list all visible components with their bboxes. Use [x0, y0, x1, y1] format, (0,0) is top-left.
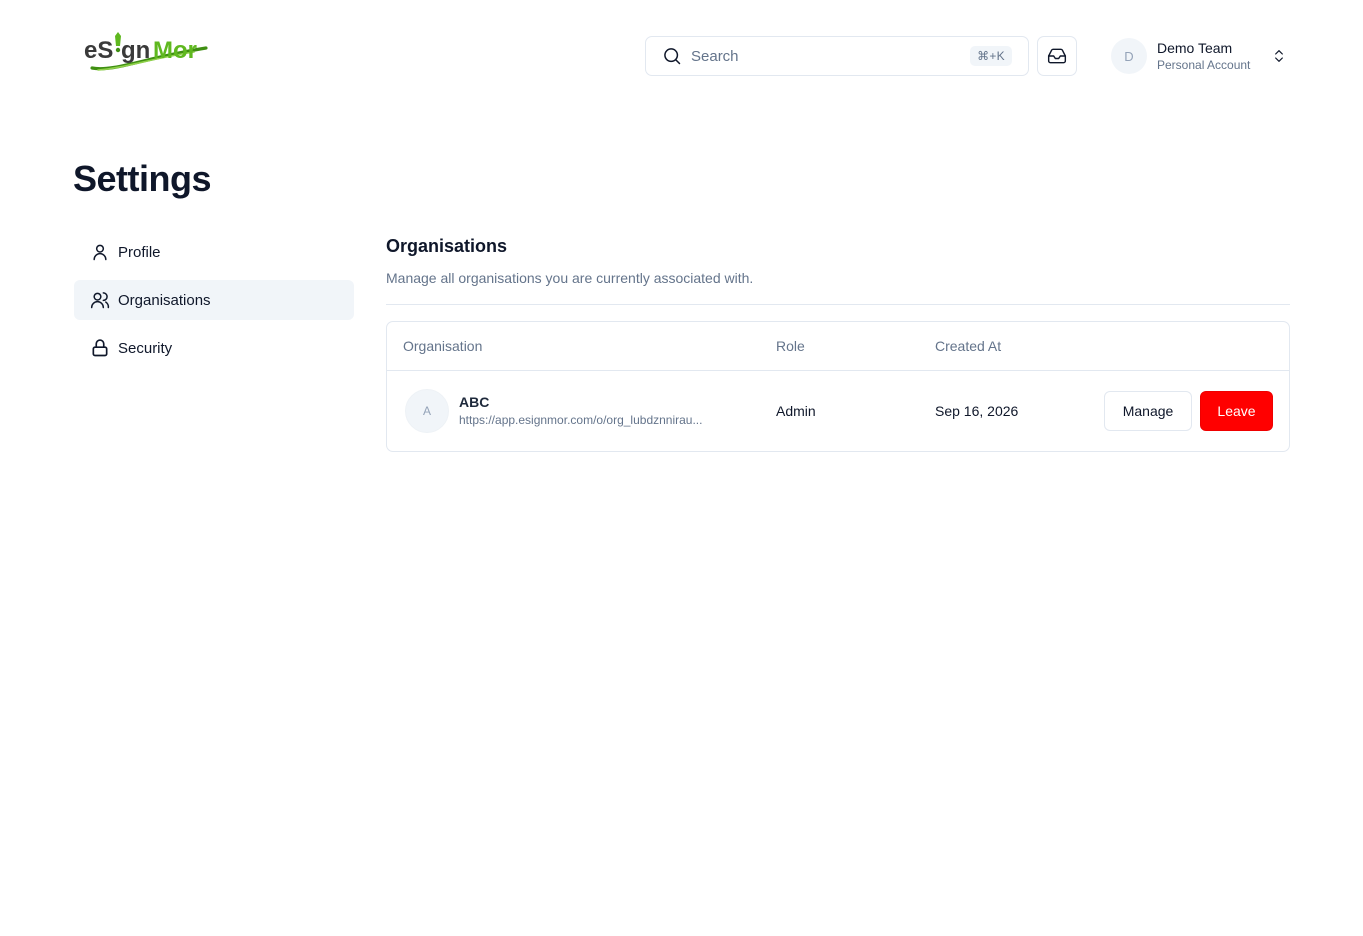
users-icon — [90, 290, 110, 310]
section-description: Manage all organisations you are current… — [386, 270, 754, 286]
organisations-table: Organisation Role Created At A ABC https… — [386, 321, 1290, 452]
sidebar-item-profile[interactable]: Profile — [74, 232, 354, 272]
search-icon — [662, 46, 682, 66]
table-row: A ABC https://app.esignmor.com/o/org_lub… — [387, 371, 1289, 451]
column-header-organisation: Organisation — [403, 338, 483, 354]
org-role: Admin — [776, 403, 816, 419]
column-header-created-at: Created At — [935, 338, 1002, 354]
search-placeholder: Search — [691, 47, 739, 65]
account-name: Demo Team — [1157, 40, 1233, 56]
user-icon — [90, 242, 110, 262]
svg-text:Mor: Mor — [153, 37, 197, 64]
table-header: Organisation Role Created At — [387, 322, 1289, 371]
inbox-button[interactable] — [1037, 36, 1077, 76]
esignmor-logo-icon: eS gn Mor — [84, 32, 208, 71]
divider — [386, 304, 1290, 305]
org-avatar: A — [405, 389, 449, 433]
org-url: https://app.esignmor.com/o/org_lubdznnir… — [459, 413, 703, 427]
sidebar-item-organisations[interactable]: Organisations — [74, 280, 354, 320]
settings-sidebar: Profile Organisations Security — [74, 232, 354, 376]
sidebar-item-security[interactable]: Security — [74, 328, 354, 368]
leave-button[interactable]: Leave — [1200, 391, 1273, 431]
column-header-role: Role — [776, 338, 805, 354]
sidebar-item-label: Profile — [118, 243, 161, 261]
brand-logo[interactable]: eS gn Mor — [84, 28, 210, 74]
account-type: Personal Account — [1157, 58, 1251, 72]
account-switcher[interactable]: D Demo Team Personal Account — [1111, 38, 1287, 74]
sidebar-item-label: Organisations — [118, 291, 211, 309]
sidebar-item-label: Security — [118, 339, 173, 357]
chevrons-up-down-icon — [1271, 48, 1287, 64]
search-bar[interactable]: Search ⌘+K — [645, 36, 1029, 76]
svg-text:eS: eS — [84, 37, 113, 64]
org-created-at: Sep 16, 2026 — [935, 403, 1019, 419]
organisations-panel: Organisations Manage all organisations y… — [386, 234, 1290, 452]
manage-button[interactable]: Manage — [1104, 391, 1192, 431]
org-name: ABC — [459, 394, 490, 410]
section-title: Organisations — [386, 236, 508, 256]
avatar: D — [1111, 38, 1147, 74]
lock-icon — [90, 338, 110, 358]
page-title: Settings — [73, 158, 212, 199]
search-shortcut-badge: ⌘+K — [970, 46, 1012, 66]
svg-text:gn: gn — [121, 37, 150, 64]
inbox-icon — [1047, 46, 1067, 66]
